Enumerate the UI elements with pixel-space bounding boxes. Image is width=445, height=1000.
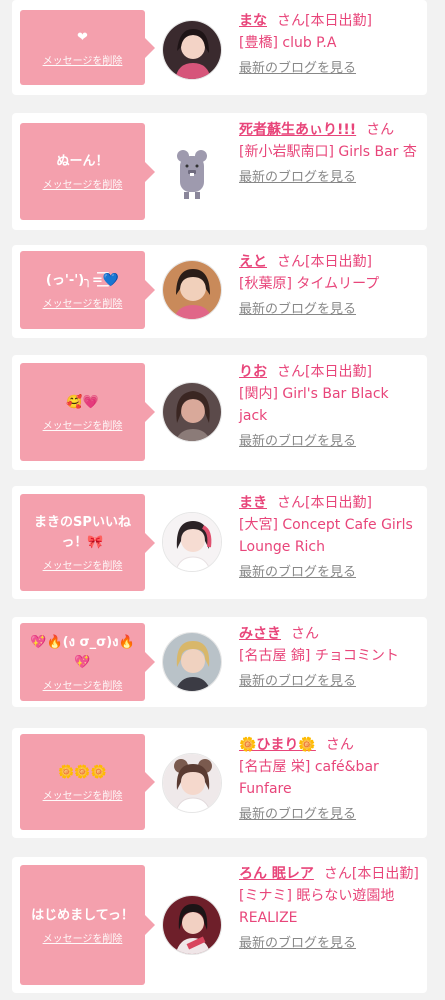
delete-message-link[interactable]: メッセージを削除 <box>43 52 123 67</box>
message-card: 🌼🌼🌼 メッセージを削除 🌼ひまり🌼 さん [名古屋 栄] café&bar Fu… <box>12 728 427 838</box>
honorific: さん <box>277 364 305 380</box>
message-text: ぬーん！ <box>56 154 109 169</box>
honorific: さん <box>277 254 305 270</box>
shop-name: [新小岩駅南口] Girls Bar 杏 <box>239 144 417 160</box>
mascot-character-icon[interactable] <box>162 142 222 202</box>
user-name-link[interactable]: ろん 眠レア <box>239 866 314 882</box>
message-bubble: (っ'-')╮=͟͟͞͞💙 メッセージを削除 <box>20 251 155 329</box>
avatar[interactable] <box>162 512 222 572</box>
message-text: 💖🔥(ง σ_σ)ง🔥💖 <box>30 634 135 670</box>
shop-name: [関内] Girl's Bar Black jack <box>239 386 389 424</box>
honorific: さん <box>325 737 354 753</box>
user-name-link[interactable]: まき <box>239 495 267 511</box>
message-bubble: 🥰💗 メッセージを削除 <box>20 363 155 461</box>
message-card: 🥰💗 メッセージを削除 りお さん[本日出勤] [関内] Girl's Bar B… <box>12 355 427 470</box>
latest-blog-link[interactable]: 最新のブログを見る <box>239 933 419 955</box>
message-card: ぬーん！ メッセージを削除 死者蘇生あぃり!!! さん [新小岩駅南口] Girl… <box>12 113 427 230</box>
latest-blog-link[interactable]: 最新のブログを見る <box>239 58 419 80</box>
latest-blog-link[interactable]: 最新のブログを見る <box>239 167 419 189</box>
status-badge: [本日出勤] <box>305 13 372 29</box>
shop-name: [名古屋 錦] チョコミント <box>239 648 399 664</box>
message-card: ❤ メッセージを削除 まな さん[本日出勤] [豊橋] club P.A 最新のブ… <box>12 0 427 95</box>
honorific: さん <box>277 495 305 511</box>
message-text: まきのSPいいねっ！🎀 <box>34 515 131 550</box>
message-bubble: 🌼🌼🌼 メッセージを削除 <box>20 734 155 830</box>
user-name-link[interactable]: えと <box>239 254 267 270</box>
status-badge: [本日出勤] <box>305 254 372 270</box>
avatar[interactable] <box>162 753 222 813</box>
latest-blog-link[interactable]: 最新のブログを見る <box>239 562 419 584</box>
latest-blog-link[interactable]: 最新のブログを見る <box>239 804 419 826</box>
message-bubble: 💖🔥(ง σ_σ)ง🔥💖 メッセージを削除 <box>20 623 155 701</box>
delete-message-link[interactable]: メッセージを削除 <box>43 787 123 802</box>
shop-name: [豊橋] club P.A <box>239 35 337 51</box>
message-bubble: はじめましてっ！ メッセージを削除 <box>20 865 155 985</box>
status-badge: [本日出勤] <box>305 364 372 380</box>
honorific: さん <box>277 13 305 29</box>
delete-message-link[interactable]: メッセージを削除 <box>43 557 123 572</box>
status-badge: [本日出勤] <box>351 866 419 882</box>
latest-blog-link[interactable]: 最新のブログを見る <box>239 431 419 453</box>
avatar[interactable] <box>162 632 222 692</box>
honorific: さん <box>366 122 395 138</box>
user-name-link[interactable]: 🌼ひまり🌼 <box>239 737 316 753</box>
message-bubble: まきのSPいいねっ！🎀 メッセージを削除 <box>20 494 155 591</box>
delete-message-link[interactable]: メッセージを削除 <box>43 417 123 432</box>
shop-name: [名古屋 栄] café&bar Funfare <box>239 759 379 797</box>
message-text: 🥰💗 <box>66 394 99 410</box>
avatar[interactable] <box>162 382 222 442</box>
message-card: (っ'-')╮=͟͟͞͞💙 メッセージを削除 えと さん[本日出勤] [秋葉原] … <box>12 245 427 338</box>
delete-message-link[interactable]: メッセージを削除 <box>43 930 123 945</box>
user-name-link[interactable]: 死者蘇生あぃり!!! <box>239 122 356 138</box>
message-text: 🌼🌼🌼 <box>58 764 107 780</box>
delete-message-link[interactable]: メッセージを削除 <box>43 677 123 692</box>
avatar[interactable] <box>162 260 222 320</box>
message-bubble: ぬーん！ メッセージを削除 <box>20 123 155 220</box>
delete-message-link[interactable]: メッセージを削除 <box>43 295 123 310</box>
avatar[interactable] <box>162 20 222 80</box>
message-text: はじめましてっ！ <box>31 907 134 923</box>
user-name-link[interactable]: まな <box>239 13 267 29</box>
delete-message-link[interactable]: メッセージを削除 <box>43 176 123 191</box>
message-card: はじめましてっ！ メッセージを削除 ろん 眠レア さん[本日出勤] [ミナミ] 眠… <box>12 857 427 993</box>
user-name-link[interactable]: りお <box>239 364 267 380</box>
message-text: (っ'-')╮=͟͟͞͞💙 <box>45 272 120 288</box>
shop-name: [秋葉原] タイムリープ <box>239 276 380 292</box>
latest-blog-link[interactable]: 最新のブログを見る <box>239 299 419 321</box>
status-badge: [本日出勤] <box>305 495 372 511</box>
avatar[interactable] <box>162 895 222 955</box>
message-bubble: ❤ メッセージを削除 <box>20 10 155 85</box>
user-name-link[interactable]: みさき <box>239 626 281 642</box>
message-card: まきのSPいいねっ！🎀 メッセージを削除 まき さん[本日出勤] [大宮] Con… <box>12 486 427 599</box>
shop-name: [ミナミ] 眠らない遊園地 REALIZE <box>239 888 395 926</box>
message-list: ❤ メッセージを削除 まな さん[本日出勤] [豊橋] club P.A 最新のブ… <box>0 0 445 1000</box>
honorific: さん <box>291 626 319 642</box>
message-card: 💖🔥(ง σ_σ)ง🔥💖 メッセージを削除 みさき さん [名古屋 錦] チョコミ… <box>12 617 427 707</box>
message-text: ❤ <box>77 30 88 45</box>
latest-blog-link[interactable]: 最新のブログを見る <box>239 671 419 693</box>
shop-name: [大宮] Concept Cafe Girls Lounge Rich <box>239 517 413 555</box>
honorific: さん <box>323 866 352 882</box>
